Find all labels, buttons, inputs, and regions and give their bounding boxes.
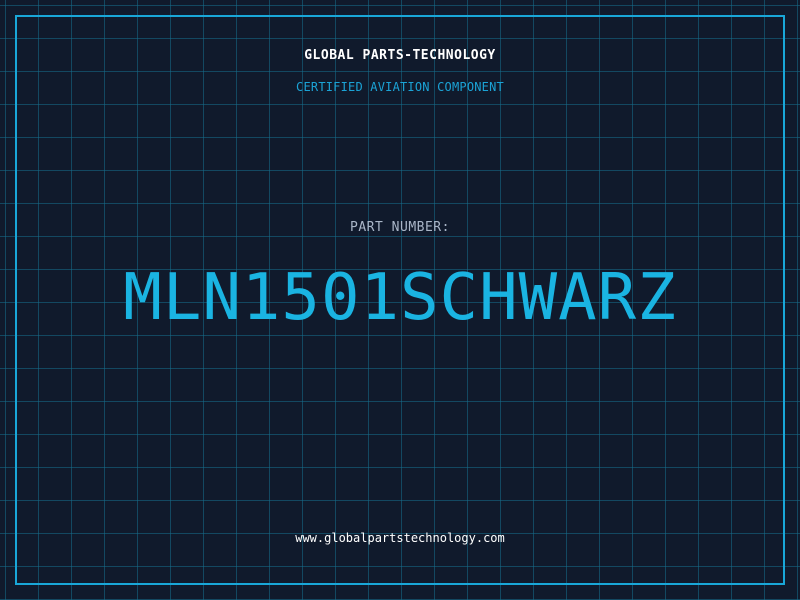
- company-name: GLOBAL PARTS-TECHNOLOGY: [304, 48, 496, 63]
- part-number-value: MLN1501SCHWARZ: [123, 261, 677, 335]
- certification-subtitle: CERTIFIED AVIATION COMPONENT: [296, 80, 504, 94]
- website-url: www.globalpartstechnology.com: [295, 531, 505, 545]
- part-number-label: PART NUMBER:: [350, 220, 450, 235]
- label-canvas: GLOBAL PARTS-TECHNOLOGY CERTIFIED AVIATI…: [0, 0, 800, 600]
